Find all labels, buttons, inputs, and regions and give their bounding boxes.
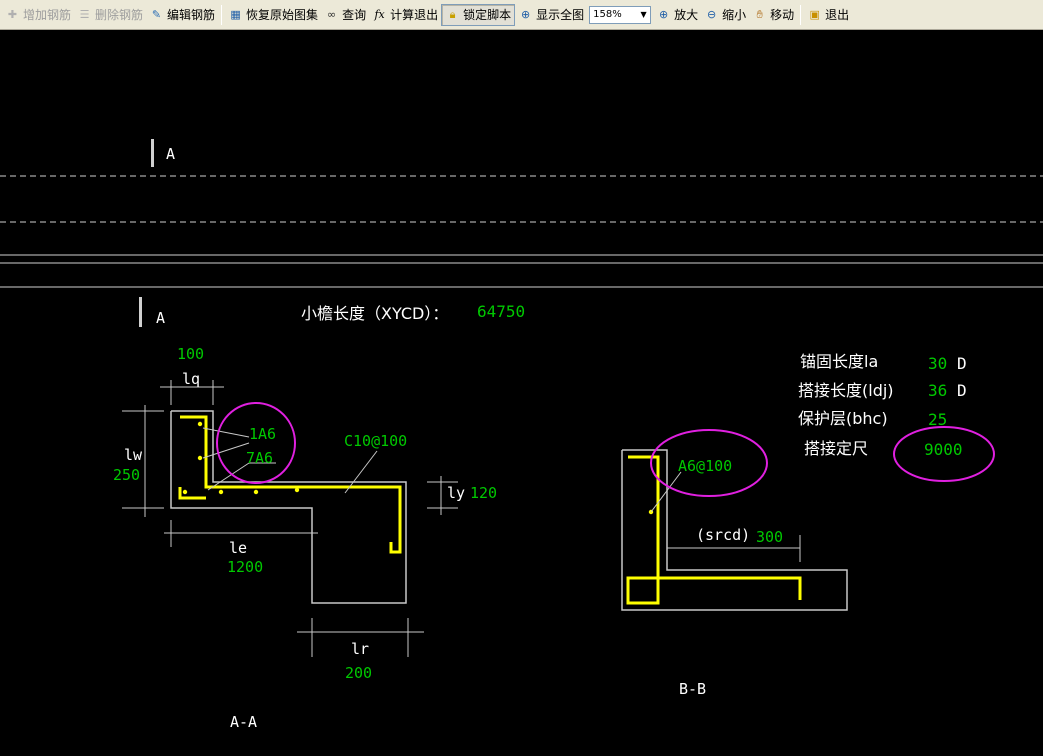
lap-length-unit: D <box>957 381 967 400</box>
add-rebar-icon: ✚ <box>7 8 18 21</box>
anchor-length-value[interactable]: 30 <box>928 354 947 373</box>
query-button[interactable]: ∞ 查询 <box>321 4 369 26</box>
edit-rebar-icon: ✎ <box>151 8 162 21</box>
hand-icon: ✋︎ <box>756 8 763 21</box>
aa-main-rebar-label: C10@100 <box>344 432 407 450</box>
aa-ly-value: 120 <box>470 484 497 502</box>
delete-rebar-icon: ☰ <box>79 8 90 21</box>
lock-script-button[interactable]: 🔒︎ 锁定脚本 <box>441 3 516 26</box>
toolbar: ✚ 增加钢筋 ☰ 删除钢筋 ✎ 编辑钢筋 ▦ 恢复原始图集 ∞ 查询 fx 计算… <box>0 0 1043 30</box>
zoom-in-icon: ⊕ <box>659 8 669 21</box>
lap-length-label: 搭接长度(ldj) <box>798 381 894 400</box>
aa-lr-label: lr <box>351 640 369 658</box>
show-all-label: 显示全图 <box>536 8 585 22</box>
calc-exit-button[interactable]: fx 计算退出 <box>369 4 441 26</box>
add-rebar-button[interactable]: ✚ 增加钢筋 <box>2 4 74 26</box>
section-bb: A6@100 (srcd) 300 B-B <box>621 429 848 698</box>
edit-rebar-button[interactable]: ✎ 编辑钢筋 <box>146 4 218 26</box>
aa-lw-label: lw <box>124 446 143 464</box>
bb-srcd-label: (srcd) <box>696 526 750 544</box>
section-mark-top: A <box>166 145 175 163</box>
zoom-in-button[interactable]: ⊕ 放大 <box>653 4 701 26</box>
cover-label: 保护层(bhc) <box>798 409 888 428</box>
fixed-length-label: 搭接定尺 <box>804 439 868 458</box>
aa-lq-label: lq <box>182 370 200 388</box>
exit-label: 退出 <box>825 8 850 22</box>
zoom-value: 158% <box>593 9 622 20</box>
query-label: 查询 <box>342 8 367 22</box>
toolbar-separator <box>221 4 223 25</box>
aa-lw-value: 250 <box>113 466 140 484</box>
exit-button[interactable]: ▣ 退出 <box>804 4 852 26</box>
aa-rebar-1-label: 1A6 <box>249 425 276 443</box>
slab-lines <box>0 175 1043 288</box>
show-all-button[interactable]: ⊕ 显示全图 <box>515 4 587 26</box>
lock-script-label: 锁定脚本 <box>463 8 512 22</box>
aa-highlight-circle <box>216 402 296 484</box>
zoom-select[interactable]: 158% ▼ <box>589 5 652 24</box>
delete-rebar-label: 删除钢筋 <box>95 8 144 22</box>
lock-icon: 🔒︎ <box>449 8 456 21</box>
edit-rebar-label: 编辑钢筋 <box>167 8 216 22</box>
aa-rebar-7-label: 7A6 <box>246 449 273 467</box>
chevron-down-icon: ▼ <box>640 9 647 19</box>
binoculars-icon: ∞ <box>326 8 337 21</box>
section-mark-bar-top <box>151 139 154 167</box>
add-rebar-label: 增加钢筋 <box>23 8 72 22</box>
eave-length-value: 64750 <box>477 302 525 321</box>
section-mark-bottom: A <box>156 309 165 327</box>
bb-leader-line <box>650 471 682 513</box>
bb-rebar-label: A6@100 <box>678 457 732 475</box>
anchor-length-unit: D <box>957 354 967 373</box>
formula-icon: fx <box>374 8 385 21</box>
zoom-in-label: 放大 <box>674 8 699 22</box>
restore-atlas-label: 恢复原始图集 <box>246 8 319 22</box>
restore-atlas-icon: ▦ <box>230 8 241 21</box>
delete-rebar-button[interactable]: ☰ 删除钢筋 <box>74 4 146 26</box>
anchor-length-label: 锚固长度la <box>800 352 878 371</box>
parameters-panel: 锚固长度la 30 D 搭接长度(ldj) 36 D 保护层(bhc) 25 搭… <box>798 352 995 482</box>
exit-icon: ▣ <box>809 8 820 21</box>
aa-lq-value: 100 <box>177 345 204 363</box>
aa-ly-label: ly <box>447 484 465 502</box>
aa-le-label: le <box>229 539 247 557</box>
bb-title: B-B <box>679 680 706 698</box>
fixed-length-value[interactable]: 9000 <box>924 440 963 459</box>
toolbar-separator <box>800 4 802 25</box>
zoom-out-icon: ⊖ <box>707 8 717 21</box>
zoom-out-label: 缩小 <box>722 8 747 22</box>
eave-length-label: 小檐长度（XYCD）： <box>301 304 448 323</box>
move-button[interactable]: ✋︎ 移动 <box>749 4 797 26</box>
drawing-canvas[interactable]: A A 小檐长度（XYCD）： 64750 100 lq lw 250 ly 1… <box>0 30 1043 756</box>
section-mark-bar-bottom <box>139 297 142 327</box>
calc-exit-label: 计算退出 <box>390 8 439 22</box>
zoom-out-button[interactable]: ⊖ 缩小 <box>701 4 749 26</box>
bb-srcd-value: 300 <box>756 528 783 546</box>
restore-atlas-button[interactable]: ▦ 恢复原始图集 <box>225 4 321 26</box>
move-label: 移动 <box>770 8 795 22</box>
aa-title: A-A <box>230 713 257 731</box>
zoom-extents-icon: ⊕ <box>521 8 531 21</box>
section-aa: 100 lq lw 250 ly 120 le 1200 lr 200 1A6 … <box>113 345 497 731</box>
aa-lr-value: 200 <box>345 664 372 682</box>
aa-le-value: 1200 <box>227 558 263 576</box>
aa-rebar-dots <box>182 421 300 495</box>
lap-length-value[interactable]: 36 <box>928 381 947 400</box>
